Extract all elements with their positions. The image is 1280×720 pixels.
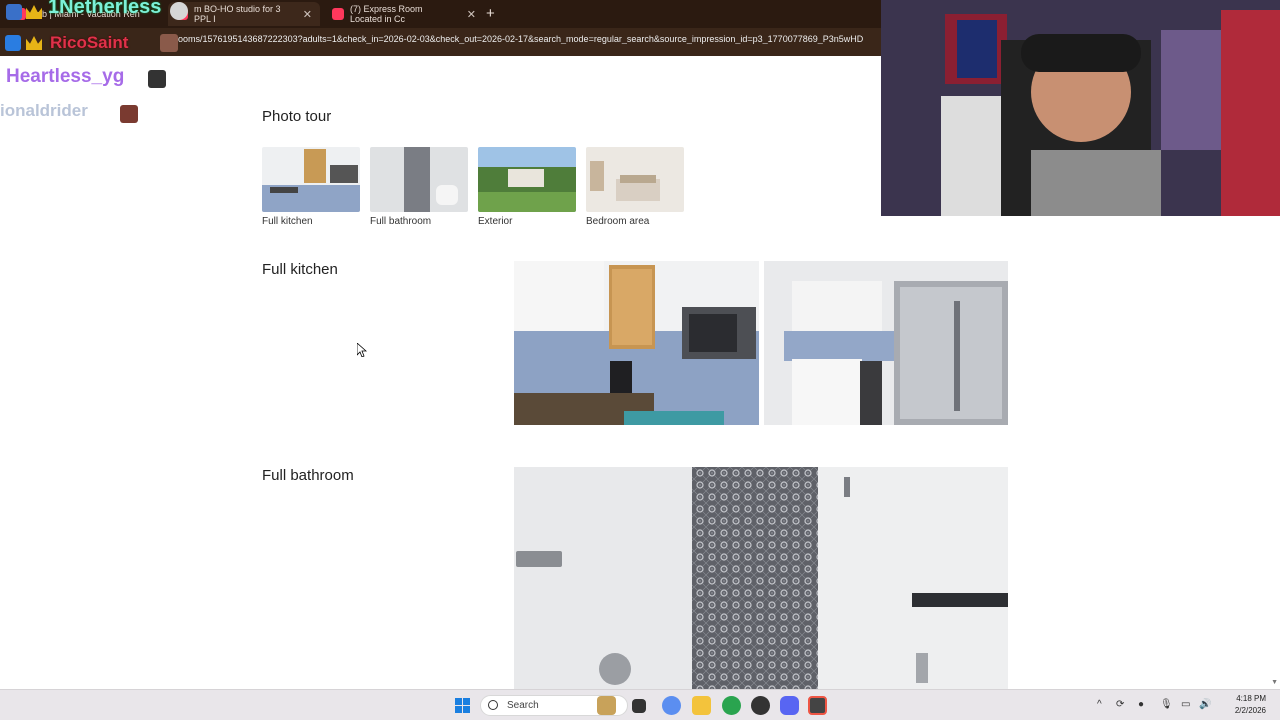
chat-username: ionaldrider <box>0 101 88 120</box>
url-text[interactable]: rooms/1576195143687222303?adults=1&check… <box>175 34 880 44</box>
taskbar: Search ^ ⟳ ● 🎙 ▭ 🔊 4:18 PM 2/2/2026 <box>0 689 1280 720</box>
obs-icon[interactable] <box>808 696 827 715</box>
airbnb-favicon-icon <box>332 8 344 20</box>
bathroom-photo-1[interactable] <box>514 467 1008 689</box>
bedroom-photo <box>586 147 684 212</box>
photo-tour-title: Photo tour <box>262 108 332 125</box>
file-explorer-icon[interactable] <box>692 696 711 715</box>
windows-start-icon[interactable] <box>455 698 470 713</box>
mouse-cursor-icon <box>357 343 367 357</box>
app-icon[interactable] <box>751 696 770 715</box>
chat-username: RicoSaint <box>50 33 129 52</box>
section-title-full-bathroom: Full bathroom <box>262 467 354 484</box>
app-icon <box>5 35 21 51</box>
search-icon <box>488 700 498 710</box>
tab-label: m BO-HO studio for 3 PPL I <box>194 4 281 24</box>
tab-label: (7) Express Room Located in Cc <box>350 4 423 24</box>
thumbnail-label: Full bathroom <box>370 216 432 227</box>
clock-time: 4:18 PM <box>1236 694 1266 703</box>
app-icon <box>6 4 22 20</box>
chat-username: Heartless_yg <box>6 66 125 87</box>
scroll-down-arrow-icon[interactable]: ▼ <box>1271 679 1278 686</box>
app-tray-icon[interactable]: ⟳ <box>1116 699 1124 710</box>
kitchen-photo <box>514 261 759 425</box>
copilot-icon[interactable] <box>662 696 681 715</box>
chat-username: 1Netherless <box>48 0 162 18</box>
thumbnail-label: Full kitchen <box>262 216 313 227</box>
kitchen-photo-1[interactable] <box>514 261 759 425</box>
emote-icon <box>170 2 188 20</box>
show-hidden-icons-icon[interactable]: ^ <box>1097 699 1102 710</box>
system-clock[interactable]: 4:18 PM 2/2/2026 <box>1235 693 1266 717</box>
emote-icon <box>148 70 166 88</box>
search-placeholder: Search <box>507 700 539 711</box>
bathroom-photo <box>370 147 468 212</box>
streamer-webcam-image <box>881 0 1280 216</box>
discord-icon[interactable] <box>780 696 799 715</box>
thumbnail-full-kitchen[interactable] <box>262 147 360 212</box>
thumbnail-label: Bedroom area <box>586 216 650 227</box>
webcam-overlay <box>881 0 1280 216</box>
volume-icon[interactable]: 🔊 <box>1199 699 1211 710</box>
chrome-icon[interactable] <box>722 696 741 715</box>
new-tab-icon[interactable]: + <box>486 5 495 22</box>
close-tab-icon[interactable]: ✕ <box>467 8 476 21</box>
clock-date: 2/2/2026 <box>1234 706 1266 715</box>
kitchen-photo <box>764 261 1008 425</box>
microphone-icon[interactable]: 🎙 <box>1160 699 1173 710</box>
tab-boho-studio[interactable]: m BO-HO studio for 3 PPL I ✕ <box>168 2 320 26</box>
kitchen-photo <box>262 147 360 212</box>
thumbnail-full-bathroom[interactable] <box>370 147 468 212</box>
app-tray-icon[interactable]: ● <box>1138 699 1144 710</box>
emote-icon <box>160 34 178 52</box>
bathroom-photo <box>514 467 1008 689</box>
section-title-full-kitchen: Full kitchen <box>262 261 338 278</box>
emote-icon <box>120 105 138 123</box>
exterior-photo <box>478 147 576 212</box>
kitchen-photo-2[interactable] <box>764 261 1008 425</box>
close-tab-icon[interactable]: ✕ <box>303 8 312 21</box>
network-icon[interactable]: ▭ <box>1181 699 1190 710</box>
task-view-icon[interactable] <box>632 699 646 713</box>
thumbnail-bedroom-area[interactable] <box>586 147 684 212</box>
thumbnail-exterior[interactable] <box>478 147 576 212</box>
search-highlight-icon <box>597 696 616 715</box>
tab-express-room[interactable]: (7) Express Room Located in Cc ✕ <box>324 2 484 26</box>
thumbnail-label: Exterior <box>478 216 513 227</box>
